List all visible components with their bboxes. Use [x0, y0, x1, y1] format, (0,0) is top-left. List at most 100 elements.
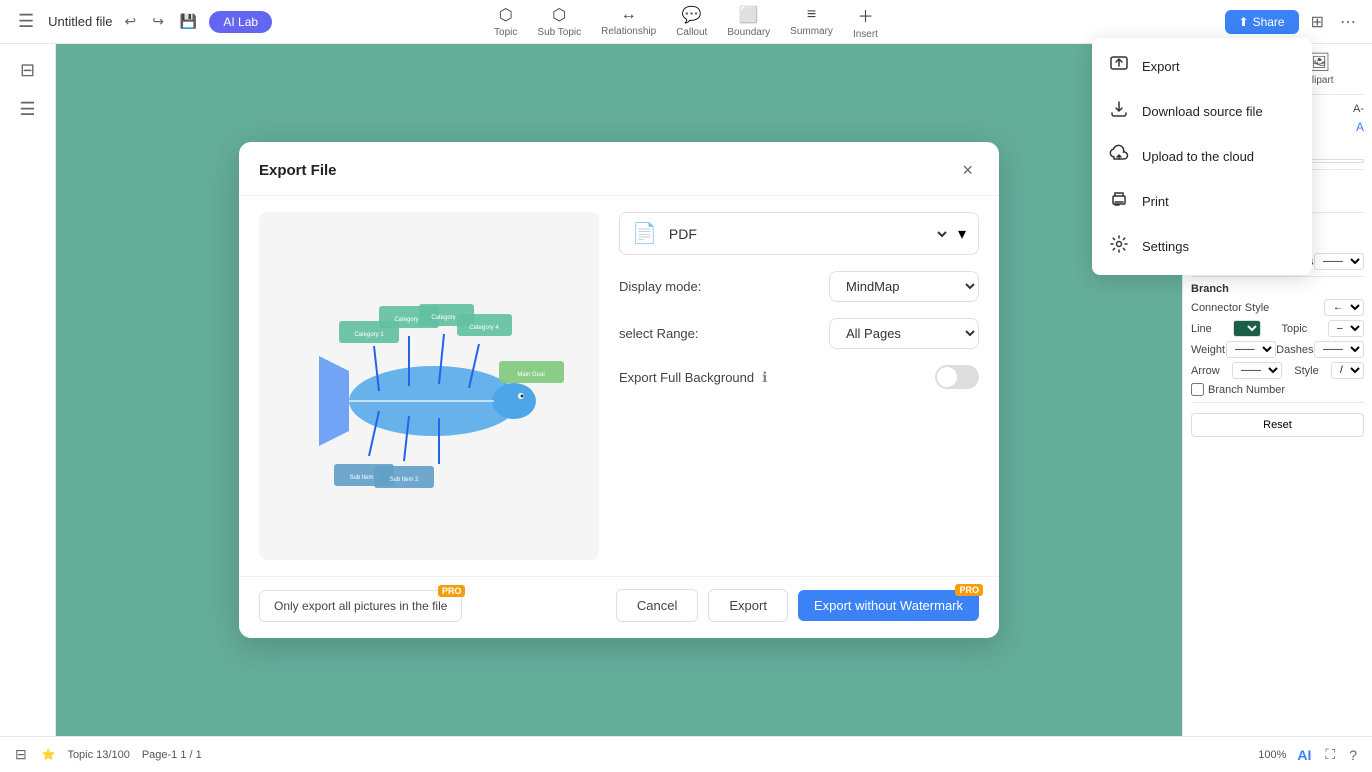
- tool-summary[interactable]: ≡ Summary: [790, 6, 833, 37]
- dropdown-export[interactable]: Export: [1092, 44, 1312, 89]
- status-bar: ⊟ ⭐ Topic 13/100 Page-1 1 / 1 100% AI ⛶ …: [0, 736, 1372, 772]
- modal-body: Category 1 Category 2 Category 3 Categor…: [239, 196, 999, 576]
- ai-badge[interactable]: AI: [1294, 744, 1314, 766]
- callout-label: Callout: [676, 27, 707, 38]
- relationship-icon: ↔: [621, 6, 637, 24]
- tool-relationship[interactable]: ↔ Relationship: [601, 6, 656, 37]
- arrow-select[interactable]: ——: [1232, 362, 1282, 379]
- info-icon[interactable]: ℹ: [762, 369, 767, 386]
- export-bg-row: Export Full Background ℹ: [619, 365, 979, 389]
- style-label: Style: [1294, 365, 1318, 377]
- reset-button[interactable]: Reset: [1191, 413, 1364, 437]
- file-title: Untitled file: [48, 14, 112, 29]
- expand-icon: ⊟: [20, 60, 35, 81]
- zoom-level: 100%: [1258, 749, 1286, 761]
- list-view-button[interactable]: ☰: [13, 93, 41, 126]
- insert-icon: ＋: [857, 3, 873, 27]
- svg-text:Category 4: Category 4: [469, 325, 499, 331]
- share-icon: ⬆: [1239, 15, 1249, 29]
- redo-button[interactable]: ↪: [148, 9, 168, 34]
- save-button[interactable]: 💾: [176, 9, 201, 34]
- branch-weight-row: Weight —— Dashes ——: [1191, 341, 1364, 358]
- fill-icon: A: [1356, 120, 1364, 134]
- pro-badge: PRO: [438, 585, 466, 597]
- subtopic-label: Sub Topic: [537, 27, 581, 38]
- tool-topic[interactable]: ⬡ Topic: [494, 5, 517, 38]
- line-color-select[interactable]: ●: [1233, 320, 1261, 337]
- select-range-select[interactable]: All Pages Current Page: [829, 318, 979, 349]
- cancel-button[interactable]: Cancel: [616, 589, 698, 622]
- dropdown-print[interactable]: Print: [1092, 179, 1312, 224]
- grid-view-button[interactable]: ⊞: [1307, 8, 1328, 36]
- list-icon: ☰: [19, 99, 35, 120]
- branch-weight-select[interactable]: ——: [1226, 341, 1276, 358]
- pro-export-label: Only export all pictures in the file: [274, 599, 447, 613]
- format-select[interactable]: PDF PNG SVG Word: [665, 225, 950, 243]
- modal-header: Export File ×: [239, 142, 999, 196]
- svg-text:Category 3: Category 3: [431, 315, 461, 321]
- line-row: Line ● Topic –: [1191, 320, 1364, 337]
- export-bg-label: Export Full Background: [619, 370, 754, 385]
- connector-style-select[interactable]: ←: [1324, 299, 1364, 316]
- modal-close-button[interactable]: ×: [956, 158, 979, 183]
- style-select-2[interactable]: /: [1331, 362, 1364, 379]
- export-watermark-button[interactable]: Export without Watermark PRO: [798, 590, 979, 621]
- export-watermark-badge: PRO: [955, 584, 983, 596]
- dropdown-download-source[interactable]: Download source file: [1092, 89, 1312, 134]
- divider-4: [1191, 276, 1364, 277]
- display-mode-row: Display mode: MindMap Outline Fish Bone: [619, 271, 979, 302]
- left-panel: ⊟ ☰: [0, 44, 56, 736]
- boundary-label: Boundary: [727, 27, 770, 38]
- connector-style-label: Connector Style: [1191, 302, 1269, 314]
- relationship-label: Relationship: [601, 26, 656, 37]
- topic-icon: ⬡: [499, 5, 513, 25]
- svg-text:Category 1: Category 1: [354, 332, 384, 338]
- branch-dashes-select[interactable]: ——: [1314, 341, 1364, 358]
- more-options-button[interactable]: ⋯: [1336, 8, 1360, 36]
- download-source-icon: [1108, 99, 1130, 124]
- ai-lab-button[interactable]: AI Lab: [209, 11, 272, 33]
- dropdown-upload-cloud[interactable]: Upload to the cloud: [1092, 134, 1312, 179]
- share-button[interactable]: ⬆ Share: [1225, 10, 1299, 34]
- status-right: 100% AI ⛶ ?: [1258, 743, 1360, 766]
- export-bg-toggle[interactable]: [935, 365, 979, 389]
- border-dashes-select[interactable]: ——: [1314, 253, 1364, 270]
- print-icon: [1108, 189, 1130, 214]
- line-topic-select[interactable]: –: [1328, 320, 1364, 337]
- branch-dashes-label: Dashes: [1276, 344, 1313, 356]
- dropdown-settings[interactable]: Settings: [1092, 224, 1312, 269]
- summary-icon: ≡: [807, 6, 816, 24]
- tool-insert[interactable]: ＋ Insert: [853, 3, 878, 40]
- dropdown-menu: Export Download source file Upload to th…: [1092, 38, 1312, 275]
- expand-collapse-button[interactable]: ⊟: [14, 54, 41, 87]
- display-mode-select[interactable]: MindMap Outline Fish Bone: [829, 271, 979, 302]
- hamburger-menu[interactable]: ☰: [12, 5, 40, 38]
- pro-export-button[interactable]: Only export all pictures in the file PRO: [259, 590, 462, 622]
- arrow-row: Arrow —— Style /: [1191, 362, 1364, 379]
- boundary-icon: ⬜: [739, 5, 759, 25]
- share-label: Share: [1253, 15, 1285, 29]
- branch-number-label: Branch Number: [1208, 384, 1285, 396]
- export-button[interactable]: Export: [708, 589, 788, 622]
- svg-text:Main Goal: Main Goal: [517, 372, 544, 378]
- topic-count: Topic 13/100: [67, 749, 129, 761]
- fullscreen-button[interactable]: ⛶: [1322, 743, 1338, 766]
- sidebar-toggle-button[interactable]: ⊟: [12, 743, 30, 766]
- undo-button[interactable]: ↩: [120, 9, 140, 34]
- insert-label: Insert: [853, 29, 878, 40]
- branch-number-row: Branch Number: [1191, 383, 1364, 396]
- tool-subtopic[interactable]: ⬡ Sub Topic: [537, 5, 581, 38]
- modal-title: Export File: [259, 162, 337, 179]
- select-range-row: select Range: All Pages Current Page: [619, 318, 979, 349]
- divider-5: [1191, 402, 1364, 403]
- branch-number-checkbox[interactable]: [1191, 383, 1204, 396]
- export-watermark-label: Export without Watermark: [814, 598, 963, 613]
- tool-callout[interactable]: 💬 Callout: [676, 5, 707, 38]
- tool-boundary[interactable]: ⬜ Boundary: [727, 5, 770, 38]
- toolbar-center: ⬡ Topic ⬡ Sub Topic ↔ Relationship 💬 Cal…: [494, 3, 878, 40]
- help-button[interactable]: ?: [1346, 744, 1360, 766]
- connector-style-row: Connector Style ←: [1191, 299, 1364, 316]
- font-decrease-icon: A-: [1353, 103, 1364, 115]
- chevron-format-icon: ▾: [958, 224, 966, 244]
- branch-weight-label: Weight: [1191, 344, 1225, 356]
